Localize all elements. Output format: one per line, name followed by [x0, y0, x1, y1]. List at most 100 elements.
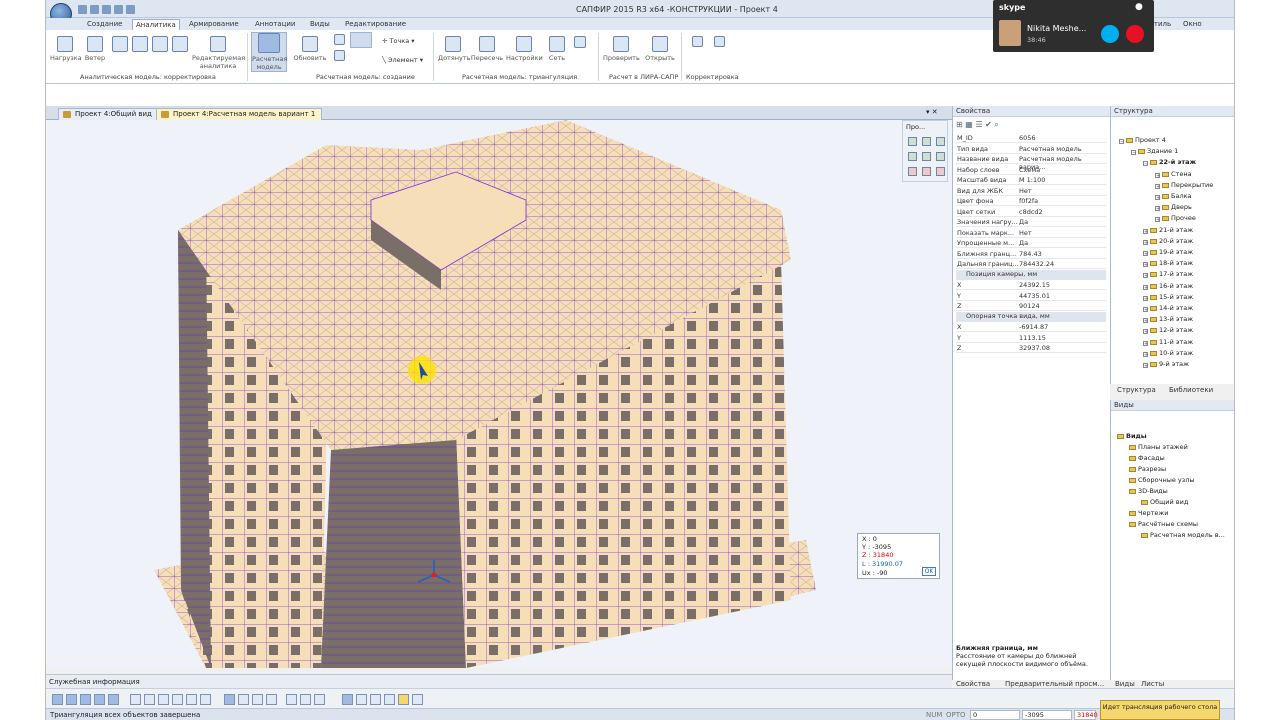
tree-item[interactable]: +16-й этаж — [1143, 282, 1193, 290]
tab-structure[interactable]: Структура — [1117, 386, 1156, 398]
lamp-icon[interactable] — [384, 694, 395, 705]
tab-views[interactable]: Виды — [307, 19, 333, 30]
end-call-icon[interactable] — [1126, 25, 1144, 43]
tree-item[interactable]: +17-й этаж — [1143, 270, 1193, 279]
property-row[interactable]: Дальняя границ... 784432.24 — [956, 259, 1106, 269]
load-button[interactable]: Нагрузка — [50, 36, 82, 62]
select2-icon[interactable] — [356, 694, 367, 705]
extend-button[interactable]: Дотянуть — [438, 36, 470, 62]
expand-icon[interactable]: + — [1155, 172, 1160, 178]
expand-icon[interactable]: + — [1143, 284, 1148, 290]
view-tree-item[interactable]: Общий вид — [1141, 498, 1188, 506]
tree-item[interactable]: + Перекрытие — [1155, 181, 1213, 189]
open-lira-button[interactable]: Открыть — [643, 36, 677, 62]
mesh-option-1[interactable] — [572, 36, 588, 50]
view-tree-item[interactable]: Фасады — [1129, 454, 1165, 462]
property-row[interactable]: Вид для ЖБК Нет — [956, 186, 1106, 196]
correct-tool-1[interactable] — [690, 36, 704, 49]
corner-tool-1[interactable] — [112, 36, 128, 54]
snap-line-icon[interactable] — [66, 694, 77, 705]
view-front-icon[interactable] — [922, 137, 931, 146]
view-tree-item[interactable]: Расчетная модель в... — [1141, 531, 1225, 539]
tree-item[interactable]: + Стена — [1155, 170, 1192, 178]
tree-item[interactable]: +20-й этаж — [1143, 237, 1193, 245]
view-tree-item[interactable]: Планы этажей — [1129, 443, 1188, 451]
view-wire-icon[interactable] — [936, 167, 945, 176]
view-tree-item[interactable]: Расчётные схемы — [1129, 520, 1198, 528]
snap-point-icon[interactable] — [130, 694, 141, 705]
layer3-icon[interactable] — [314, 694, 325, 705]
save-icon[interactable] — [102, 5, 111, 14]
expand-icon[interactable]: + — [1143, 251, 1148, 257]
tab-libraries[interactable]: Библиотеки — [1169, 386, 1213, 398]
view-iso-icon[interactable] — [922, 152, 931, 161]
view-side-icon[interactable] — [936, 137, 945, 146]
property-row[interactable]: X -6914.87 — [956, 322, 1106, 332]
tab-create[interactable]: Создание — [84, 19, 125, 30]
property-section[interactable]: Опорная точка вида, мм — [956, 311, 1106, 322]
expand-icon[interactable]: + — [1143, 228, 1148, 234]
close-icon[interactable]: ● — [1135, 2, 1143, 12]
element-dropdown[interactable]: ╲ Элемент ▾ — [382, 56, 423, 64]
property-row[interactable]: Тип вида Расчетная модель — [956, 144, 1106, 154]
select3-icon[interactable] — [370, 694, 381, 705]
snap-mid-icon[interactable] — [158, 694, 169, 705]
tree-item[interactable]: − 22-й этаж — [1143, 158, 1196, 167]
expand-icon[interactable]: + — [1155, 195, 1160, 201]
corner-tool-4[interactable] — [172, 36, 188, 54]
property-row[interactable]: Z 90124 — [956, 301, 1106, 311]
expand-icon[interactable]: + — [1143, 307, 1148, 313]
redo-icon[interactable] — [126, 5, 135, 14]
expand-icon[interactable]: + — [1143, 262, 1148, 268]
expand-icon[interactable]: + — [1155, 206, 1160, 212]
mesh-tool-1[interactable] — [332, 34, 346, 47]
tree-item[interactable]: +12-й этаж — [1143, 326, 1193, 335]
snap-edge-icon[interactable] — [238, 694, 249, 705]
view-cube-icon[interactable] — [908, 137, 917, 146]
open-icon[interactable] — [90, 5, 99, 14]
property-row[interactable]: Цвет фона f0f2fa — [956, 196, 1106, 206]
tree-item[interactable]: − Проект 4 — [1119, 136, 1166, 145]
view-tree-item[interactable]: Виды — [1117, 432, 1147, 440]
expand-icon[interactable]: + — [1143, 329, 1148, 335]
expand-icon[interactable]: + — [1143, 273, 1148, 279]
tree-item[interactable]: +21-й этаж — [1143, 226, 1193, 234]
doc-tab-general[interactable]: Проект 4:Общий вид — [58, 108, 159, 120]
property-row[interactable]: Упрощенные м... Да — [956, 238, 1106, 248]
view-shade-icon[interactable] — [922, 167, 931, 176]
grid-button[interactable]: Сеть — [546, 36, 568, 62]
tree-item[interactable]: +9-й этаж — [1143, 360, 1189, 369]
snap-grid-icon[interactable] — [94, 694, 105, 705]
view-tree-item[interactable]: Разрезы — [1129, 465, 1166, 473]
settings-button[interactable]: Настройки — [506, 36, 543, 62]
new-file-icon[interactable] — [78, 5, 87, 14]
property-row[interactable]: Цвет сетки c8dcd2 — [956, 207, 1106, 217]
coordinate-input[interactable]: X : 0 Y : -3095 Z : 31840 L : 31990.07 U… — [857, 533, 940, 579]
window-menu[interactable]: Окно — [1180, 19, 1205, 30]
3d-viewport[interactable] — [46, 120, 952, 668]
tree-item[interactable]: +14-й этаж — [1143, 304, 1193, 313]
property-row[interactable]: X 24392.15 — [956, 280, 1106, 290]
view-top-icon[interactable] — [908, 152, 917, 161]
correct-tool-2[interactable] — [712, 36, 726, 49]
view-render-icon[interactable] — [908, 167, 917, 176]
expand-icon[interactable]: − — [1131, 150, 1136, 156]
view-back-icon[interactable] — [936, 152, 945, 161]
snap-mode-icon[interactable] — [52, 694, 63, 705]
tab-edit[interactable]: Редактирование — [342, 19, 409, 30]
expand-icon[interactable]: − — [1143, 161, 1148, 167]
corner-tool-2[interactable] — [132, 36, 148, 54]
property-row[interactable]: M_ID 6056 — [956, 133, 1106, 143]
ok-button[interactable]: OK — [922, 567, 936, 576]
property-row[interactable]: Название вида Расчетная модель вариа... — [956, 154, 1106, 171]
expand-icon[interactable]: + — [1143, 340, 1148, 346]
tree-item[interactable]: +15-й этаж — [1143, 293, 1193, 301]
tree-item[interactable]: − Здание 1 — [1131, 147, 1178, 156]
close-doc-icon[interactable]: ▾ ✕ — [926, 108, 938, 116]
snap-vertex-icon[interactable] — [266, 694, 277, 705]
view-tree-item[interactable]: Сборочные узлы — [1129, 476, 1195, 484]
view-tree-item[interactable]: Чертежи — [1129, 509, 1168, 517]
doc-tab-calc-model[interactable]: Проект 4:Расчетная модель вариант 1 — [156, 108, 323, 120]
refresh-button[interactable]: Обновить — [292, 36, 328, 62]
microphone-icon[interactable] — [1101, 25, 1119, 43]
